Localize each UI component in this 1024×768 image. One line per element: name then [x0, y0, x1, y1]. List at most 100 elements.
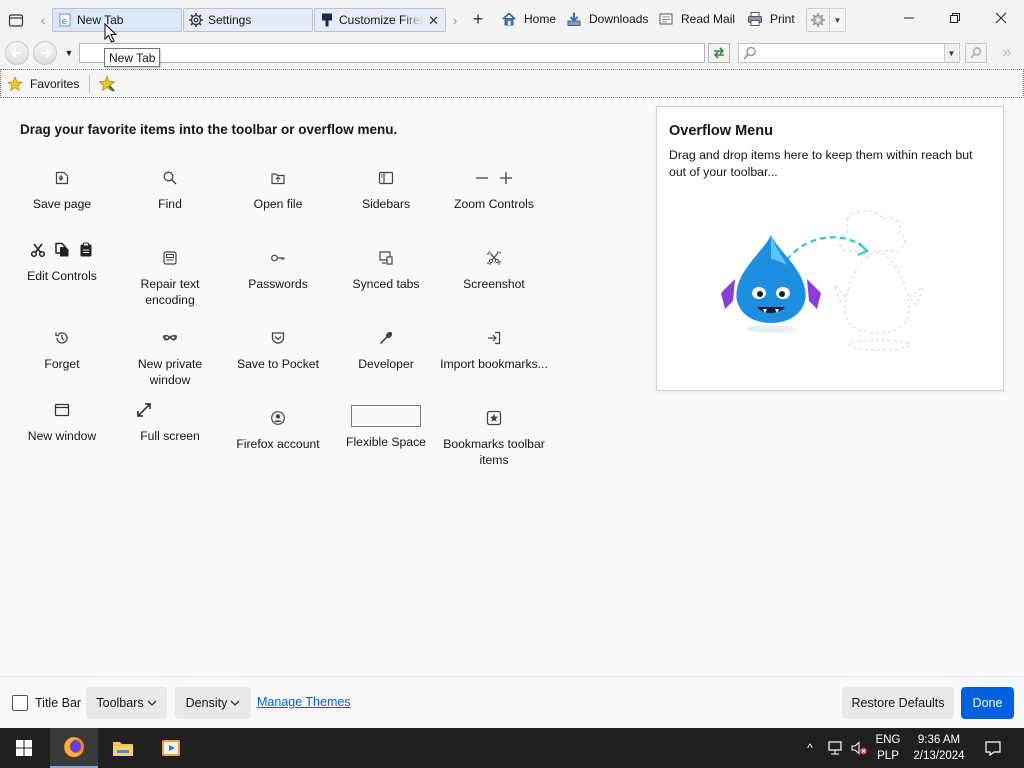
palette-item-developer[interactable]: Developer: [332, 326, 440, 372]
done-button[interactable]: Done: [961, 687, 1014, 719]
search-icon: [742, 45, 758, 64]
flexible-space-box: [351, 405, 421, 427]
print-label: Print: [770, 12, 795, 26]
search-go-button[interactable]: [965, 43, 987, 63]
density-button[interactable]: Density: [175, 687, 251, 719]
search-engine-dropdown-button[interactable]: ▼: [944, 44, 958, 62]
copy-icon: [55, 242, 69, 257]
palette-item-text-encoding[interactable]: Repair text encoding: [116, 246, 224, 308]
url-bar[interactable]: [79, 43, 705, 63]
overflow-description: Drag and drop items here to keep them wi…: [669, 148, 973, 179]
palette-item-zoom-controls[interactable]: Zoom Controls: [440, 166, 548, 212]
go-button[interactable]: [708, 43, 730, 63]
chevron-down-icon: [230, 700, 240, 706]
title-bar-checkbox-row[interactable]: Title Bar: [12, 695, 81, 711]
manage-themes-link[interactable]: Manage Themes: [257, 695, 351, 709]
title-bar-checkbox[interactable]: [12, 695, 28, 711]
forward-button[interactable]: [33, 41, 57, 65]
taskbar-file-explorer[interactable]: [100, 728, 146, 768]
palette-item-passwords[interactable]: Passwords: [224, 246, 332, 292]
home-icon: [500, 10, 518, 28]
tools-button[interactable]: ▼: [806, 8, 846, 32]
bookmark-star-icon: [486, 410, 502, 426]
palette-item-open-file[interactable]: Open file: [224, 166, 332, 212]
network-tray-icon[interactable]: [824, 728, 846, 768]
go-arrows-icon: [713, 47, 725, 59]
overflow-chevron-button[interactable]: »: [998, 44, 1016, 62]
tab-settings[interactable]: Settings: [183, 8, 313, 32]
tab-list-icon: [8, 14, 24, 27]
toolbars-button[interactable]: Toolbars: [86, 687, 167, 719]
palette-item-firefox-account[interactable]: Firefox account: [224, 406, 332, 452]
overflow-menu-panel[interactable]: Overflow Menu Drag and drop items here t…: [656, 106, 1004, 391]
chevron-left-icon: ‹: [40, 12, 46, 28]
double-chevron-right-icon: »: [1002, 44, 1012, 61]
tab-list-button[interactable]: [6, 10, 26, 30]
windows-logo-icon: [16, 740, 32, 756]
show-hidden-icons-button[interactable]: ^: [802, 728, 818, 768]
print-button[interactable]: Print: [746, 8, 795, 30]
chevron-right-icon: ›: [452, 12, 458, 28]
restore-defaults-button[interactable]: Restore Defaults: [842, 687, 954, 719]
plus-icon: +: [472, 8, 484, 29]
pocket-icon: [271, 332, 285, 344]
palette-item-save-to-pocket[interactable]: Save to Pocket: [224, 326, 332, 372]
tab-customize[interactable]: Customize Firefox ✕: [314, 8, 446, 32]
favorites-label: Favorites: [30, 77, 80, 91]
import-icon: [488, 331, 501, 345]
palette-item-synced-tabs[interactable]: Synced tabs: [332, 246, 440, 292]
favorites-button[interactable]: Favorites: [7, 74, 79, 94]
notification-icon: [985, 741, 1001, 756]
input-language-indicator[interactable]: ENG PLP: [874, 732, 902, 764]
read-mail-label: Read Mail: [681, 12, 736, 26]
gear-icon: [188, 12, 204, 28]
dropdown-arrow-icon: ▼: [829, 9, 845, 31]
volume-tray-icon[interactable]: [848, 728, 870, 768]
minimize-button[interactable]: [886, 4, 932, 32]
history-dropdown-button[interactable]: ▼: [62, 46, 76, 60]
palette-item-private-window[interactable]: New private window: [116, 326, 224, 388]
customization-area: Drag your favorite items into the toolba…: [0, 98, 1024, 676]
add-to-favorites-button[interactable]: [97, 74, 117, 94]
tab-label: Customize Firefox: [339, 13, 423, 27]
close-icon: [995, 12, 1007, 24]
back-button[interactable]: [5, 41, 29, 65]
palette-item-import-bookmarks[interactable]: Import bookmarks...: [440, 326, 548, 372]
restore-icon: [950, 13, 960, 23]
wrench-icon: [379, 331, 393, 345]
tab-label: Settings: [208, 13, 252, 27]
read-mail-button[interactable]: Read Mail: [657, 8, 735, 30]
palette-item-bookmarks-toolbar-items[interactable]: Bookmarks toolbar items: [440, 406, 548, 468]
palette-item-forget[interactable]: Forget: [8, 326, 116, 372]
taskbar-media-player[interactable]: [148, 728, 194, 768]
close-window-button[interactable]: [978, 4, 1024, 32]
notifications-button[interactable]: [978, 728, 1008, 768]
home-button[interactable]: Home: [500, 8, 556, 30]
gear-icon: [807, 12, 829, 28]
palette-item-flexible-space[interactable]: Flexible Space: [332, 404, 440, 450]
network-icon: [828, 741, 842, 755]
palette-item-find[interactable]: Find: [116, 166, 224, 212]
close-tab-icon[interactable]: ✕: [428, 13, 439, 29]
clock-date: 2/13/2024: [913, 750, 965, 762]
add-favorite-star-icon: [98, 75, 116, 92]
palette-item-edit-controls[interactable]: Edit Controls: [8, 238, 116, 284]
clock[interactable]: 9:36 AM 2/13/2024: [906, 732, 972, 764]
fullscreen-icon: [137, 403, 151, 417]
start-button[interactable]: [0, 728, 48, 768]
overflow-title: Overflow Menu: [669, 123, 773, 139]
taskbar-firefox[interactable]: [50, 728, 98, 768]
scroll-tabs-right-button[interactable]: ›: [448, 10, 462, 30]
printer-icon: [746, 10, 764, 28]
new-tab-button[interactable]: +: [468, 9, 488, 29]
palette-item-save-page[interactable]: Save page: [8, 166, 116, 212]
downloads-button[interactable]: Downloads: [565, 8, 648, 30]
synced-tabs-icon: [379, 251, 393, 265]
restore-button[interactable]: [932, 4, 978, 32]
account-icon: [271, 411, 285, 425]
palette-item-sidebars[interactable]: Sidebars: [332, 166, 440, 212]
palette-item-screenshot[interactable]: Screenshot: [440, 246, 548, 292]
cut-icon: [30, 243, 46, 258]
search-bar[interactable]: [738, 43, 960, 63]
scroll-tabs-left-button[interactable]: ‹: [36, 10, 50, 30]
